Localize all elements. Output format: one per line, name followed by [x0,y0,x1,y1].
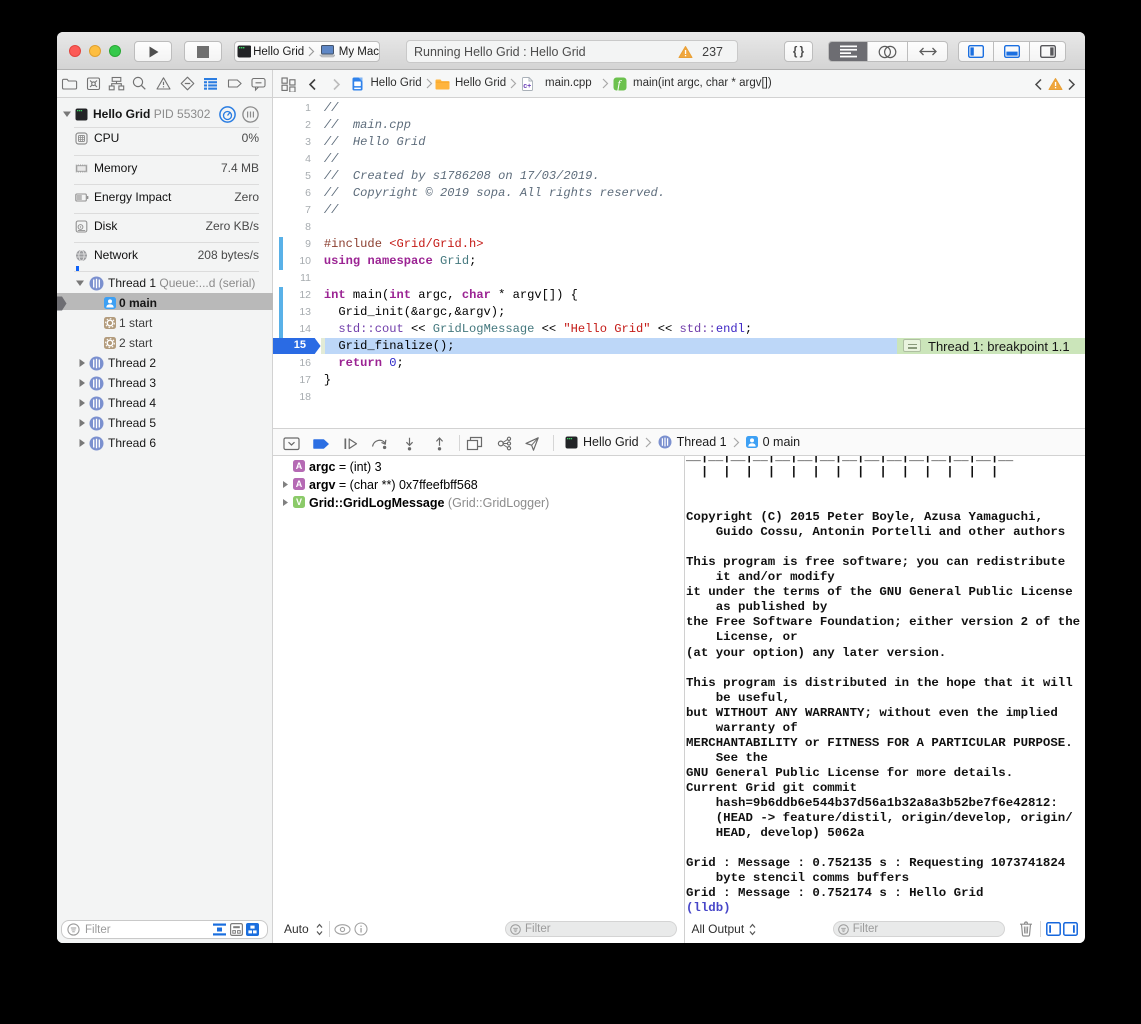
svg-text:c+: c+ [523,83,531,90]
